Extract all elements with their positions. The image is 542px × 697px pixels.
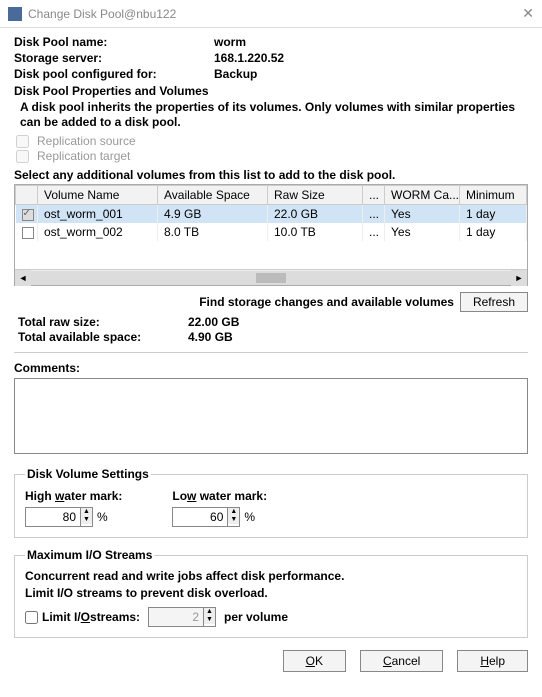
cell-ell: ... — [363, 205, 385, 224]
scroll-right-icon[interactable]: ► — [511, 270, 527, 286]
comments-input[interactable] — [14, 378, 528, 454]
storage-server-value: 168.1.220.52 — [214, 50, 284, 66]
spin-down-icon[interactable]: ▼ — [81, 516, 92, 524]
total-raw-value: 22.00 GB — [188, 315, 239, 329]
props-description: A disk pool inherits the properties of i… — [20, 100, 528, 130]
col-ellipsis[interactable]: ... — [363, 186, 385, 205]
pct-label: % — [97, 510, 108, 524]
low-water-input[interactable] — [173, 508, 227, 526]
pct-label: % — [244, 510, 255, 524]
replication-source-checkbox — [16, 135, 29, 148]
pool-name-label: Disk Pool name: — [14, 34, 214, 50]
max-io-streams: Maximum I/O Streams Concurrent read and … — [14, 548, 528, 638]
total-raw-label: Total raw size: — [18, 315, 188, 329]
props-heading: Disk Pool Properties and Volumes — [14, 84, 528, 98]
spin-down-icon: ▼ — [204, 616, 215, 624]
col-available-space[interactable]: Available Space — [158, 186, 268, 205]
app-icon — [8, 7, 22, 21]
row-checkbox[interactable] — [22, 209, 34, 221]
cancel-button[interactable]: Cancel — [360, 650, 443, 672]
per-volume-label: per volume — [224, 609, 288, 626]
limit-io-checkbox[interactable] — [25, 611, 38, 624]
col-minimum[interactable]: Minimum — [460, 186, 527, 205]
limit-io-input — [149, 608, 203, 626]
col-raw-size[interactable]: Raw Size — [268, 186, 363, 205]
ok-button[interactable]: OK — [283, 650, 346, 672]
replication-target-checkbox — [16, 150, 29, 163]
window-title: Change Disk Pool@nbu122 — [28, 7, 176, 21]
spin-up-icon[interactable]: ▲ — [228, 508, 239, 516]
comments-label: Comments: — [14, 361, 528, 375]
titlebar: Change Disk Pool@nbu122 ✕ — [0, 0, 542, 28]
config-for-label: Disk pool configured for: — [14, 66, 214, 82]
scroll-left-icon[interactable]: ◄ — [15, 270, 31, 286]
disk-volume-settings: Disk Volume Settings High water mark: ▲▼… — [14, 467, 528, 538]
cell-raw: 22.0 GB — [268, 205, 363, 224]
total-avail-value: 4.90 GB — [188, 330, 233, 344]
table-row[interactable]: ost_worm_001 4.9 GB 22.0 GB ... Yes 1 da… — [16, 205, 527, 224]
close-icon[interactable]: ✕ — [522, 5, 534, 22]
cell-avail: 4.9 GB — [158, 205, 268, 224]
cell-min: 1 day — [460, 205, 527, 224]
cell-ell: ... — [363, 223, 385, 241]
cell-avail: 8.0 TB — [158, 223, 268, 241]
pool-name-value: worm — [214, 34, 246, 50]
row-checkbox[interactable] — [22, 227, 34, 239]
horizontal-scrollbar[interactable]: ◄ ► — [15, 269, 527, 285]
limit-io-checkbox-label[interactable]: Limit I/O streams: — [25, 610, 140, 624]
cell-name: ost_worm_002 — [38, 223, 158, 241]
io-line2: Limit I/O streams to prevent disk overlo… — [25, 585, 517, 602]
io-line1: Concurrent read and write jobs affect di… — [25, 568, 517, 585]
storage-server-label: Storage server: — [14, 50, 214, 66]
col-volume-name[interactable]: Volume Name — [38, 186, 158, 205]
cell-worm: Yes — [385, 223, 460, 241]
config-for-value: Backup — [214, 66, 257, 82]
spin-up-icon[interactable]: ▲ — [81, 508, 92, 516]
replication-target-label: Replication target — [37, 149, 130, 163]
low-water-label: Low water mark: — [172, 489, 267, 503]
help-button[interactable]: Help — [457, 650, 528, 672]
high-water-input[interactable] — [26, 508, 80, 526]
cell-name: ost_worm_001 — [38, 205, 158, 224]
high-water-label: High water mark: — [25, 489, 122, 503]
spin-up-icon: ▲ — [204, 608, 215, 616]
refresh-text: Find storage changes and available volum… — [14, 295, 460, 309]
refresh-button[interactable]: Refresh — [460, 292, 528, 312]
cell-raw: 10.0 TB — [268, 223, 363, 241]
volumes-grid[interactable]: Volume Name Available Space Raw Size ...… — [14, 184, 528, 286]
cell-min: 1 day — [460, 223, 527, 241]
dvs-legend: Disk Volume Settings — [25, 467, 151, 481]
spin-down-icon[interactable]: ▼ — [228, 516, 239, 524]
cell-worm: Yes — [385, 205, 460, 224]
io-legend: Maximum I/O Streams — [25, 548, 154, 562]
table-row[interactable]: ost_worm_002 8.0 TB 10.0 TB ... Yes 1 da… — [16, 223, 527, 241]
select-volumes-label: Select any additional volumes from this … — [14, 168, 528, 182]
col-worm-capable[interactable]: WORM Ca... — [385, 186, 460, 205]
replication-source-label: Replication source — [37, 134, 136, 148]
total-avail-label: Total available space: — [18, 330, 188, 344]
